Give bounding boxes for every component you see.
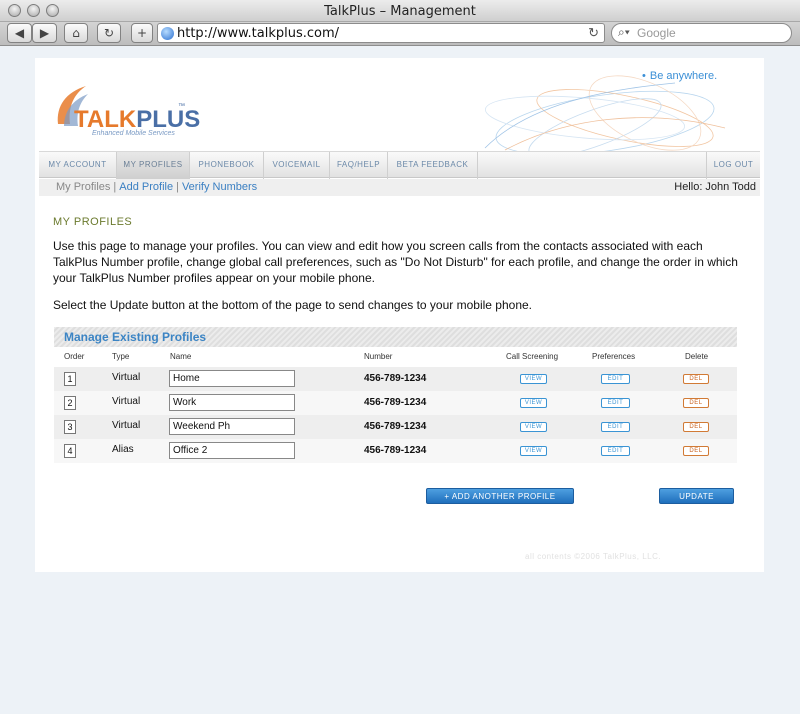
browser-toolbar: ◀ ▶ ⌂ ↻ + http://www.talkplus.com/ ↻ ⌕▾ … — [0, 22, 800, 46]
delete-button[interactable]: DEL — [683, 398, 709, 408]
address-bar[interactable]: http://www.talkplus.com/ ↻ — [157, 23, 605, 43]
main-nav: MY ACCOUNT MY PROFILES PHONEBOOK VOICEMA… — [39, 151, 760, 179]
view-button[interactable]: VIEW — [520, 374, 547, 384]
search-icon: ⌕▾ — [618, 25, 630, 39]
view-button[interactable]: VIEW — [520, 446, 547, 456]
home-icon: ⌂ — [72, 26, 80, 40]
page-title: MY PROFILES — [53, 216, 133, 228]
verify-numbers-link[interactable]: Verify Numbers — [182, 181, 257, 193]
copyright-footer: all contents ©2006 TalkPlus, LLC. — [525, 552, 662, 561]
url-text[interactable]: http://www.talkplus.com/ — [177, 26, 339, 41]
profile-name-input[interactable]: Home — [169, 370, 295, 387]
subnav-current: My Profiles — [56, 181, 111, 193]
profile-name-input[interactable]: Office 2 — [169, 442, 295, 459]
logo-trademark: ™ — [178, 103, 185, 110]
add-bookmark-button[interactable]: + — [131, 23, 153, 43]
col-number: Number — [364, 352, 393, 361]
view-button[interactable]: VIEW — [520, 422, 547, 432]
table-row: 4 Alias Office 2 456-789-1234 VIEW EDIT … — [54, 439, 737, 463]
search-field[interactable]: ⌕▾ Google — [611, 23, 792, 43]
type-cell: Virtual — [112, 396, 141, 407]
profile-name-input[interactable]: Work — [169, 394, 295, 411]
nav-beta-feedback[interactable]: BETA FEEDBACK — [388, 152, 478, 179]
col-order: Order — [64, 352, 85, 361]
nav-voicemail[interactable]: VOICEMAIL — [264, 152, 330, 179]
number-cell: 456-789-1234 — [364, 421, 427, 432]
type-cell: Virtual — [112, 420, 141, 431]
plus-icon: + — [136, 26, 148, 40]
home-button[interactable]: ⌂ — [64, 23, 88, 43]
add-another-profile-button[interactable]: + ADD ANOTHER PROFILE — [426, 488, 574, 504]
profiles-table: Manage Existing Profiles Order Type Name… — [54, 327, 737, 464]
reload-icon: ↻ — [103, 26, 115, 40]
type-cell: Alias — [112, 444, 134, 455]
nav-logout[interactable]: LOG OUT — [706, 152, 760, 179]
update-note: Select the Update button at the bottom o… — [53, 298, 532, 312]
number-cell: 456-789-1234 — [364, 445, 427, 456]
search-placeholder: Google — [637, 26, 676, 40]
col-preferences: Preferences — [592, 352, 636, 361]
profile-name-input[interactable]: Weekend Ph — [169, 418, 295, 435]
window-titlebar: TalkPlus – Management — [0, 0, 800, 22]
nav-faq-help[interactable]: FAQ/HELP — [330, 152, 388, 179]
sub-nav: My Profiles | Add Profile | Verify Numbers H… — [39, 179, 760, 196]
type-cell: Virtual — [112, 372, 141, 383]
globe-icon — [161, 27, 174, 40]
col-type: Type — [112, 352, 130, 361]
edit-button[interactable]: EDIT — [601, 446, 630, 456]
edit-button[interactable]: EDIT — [601, 398, 630, 408]
reload-button[interactable]: ↻ — [97, 23, 121, 43]
edit-button[interactable]: EDIT — [601, 422, 630, 432]
talkplus-logo[interactable]: TALKPLUS ™ Enhanced Mobile Services — [50, 78, 200, 138]
window-title: TalkPlus – Management — [324, 4, 476, 19]
order-field[interactable]: 4 — [64, 444, 76, 458]
table-row: 3 Virtual Weekend Ph 456-789-1234 VIEW E… — [54, 415, 737, 439]
back-button[interactable]: ◀ — [7, 23, 32, 43]
number-cell: 456-789-1234 — [364, 397, 427, 408]
order-field[interactable]: 1 — [64, 372, 76, 386]
view-button[interactable]: VIEW — [520, 398, 547, 408]
slogan: • Be anywhere. — [642, 70, 718, 82]
col-delete: Delete — [685, 352, 709, 361]
add-profile-link[interactable]: Add Profile — [119, 181, 173, 193]
delete-button[interactable]: DEL — [683, 422, 709, 432]
table-row: 2 Virtual Work 456-789-1234 VIEW EDIT DE… — [54, 391, 737, 415]
delete-button[interactable]: DEL — [683, 374, 709, 384]
forward-button[interactable]: ▶ — [32, 23, 57, 43]
col-call-screening: Call Screening — [506, 352, 559, 361]
intro-text: Use this page to manage your profiles. Y… — [53, 239, 738, 285]
forward-icon: ▶ — [39, 26, 50, 40]
number-cell: 456-789-1234 — [364, 373, 427, 384]
edit-button[interactable]: EDIT — [601, 374, 630, 384]
page-container: TALKPLUS ™ Enhanced Mobile Services • Be … — [35, 58, 764, 572]
table-header-bar: Manage Existing Profiles — [54, 327, 737, 347]
nav-my-account[interactable]: MY ACCOUNT — [39, 152, 117, 179]
logo-tagline: Enhanced Mobile Services — [92, 130, 175, 137]
table-row: 1 Virtual Home 456-789-1234 VIEW EDIT DE… — [54, 367, 737, 391]
table-title: Manage Existing Profiles — [64, 330, 207, 344]
user-greeting: Hello: John Todd — [674, 181, 756, 193]
nav-phonebook[interactable]: PHONEBOOK — [190, 152, 264, 179]
col-name: Name — [170, 352, 192, 361]
order-field[interactable]: 3 — [64, 420, 76, 434]
nav-my-profiles[interactable]: MY PROFILES — [117, 152, 190, 179]
reload-icon[interactable]: ↻ — [588, 25, 599, 41]
order-field[interactable]: 2 — [64, 396, 76, 410]
back-icon: ◀ — [14, 26, 25, 40]
update-button[interactable]: UPDATE — [659, 488, 734, 504]
subnav-links: My Profiles | Add Profile | Verify Numbers — [56, 181, 258, 193]
delete-button[interactable]: DEL — [683, 446, 709, 456]
